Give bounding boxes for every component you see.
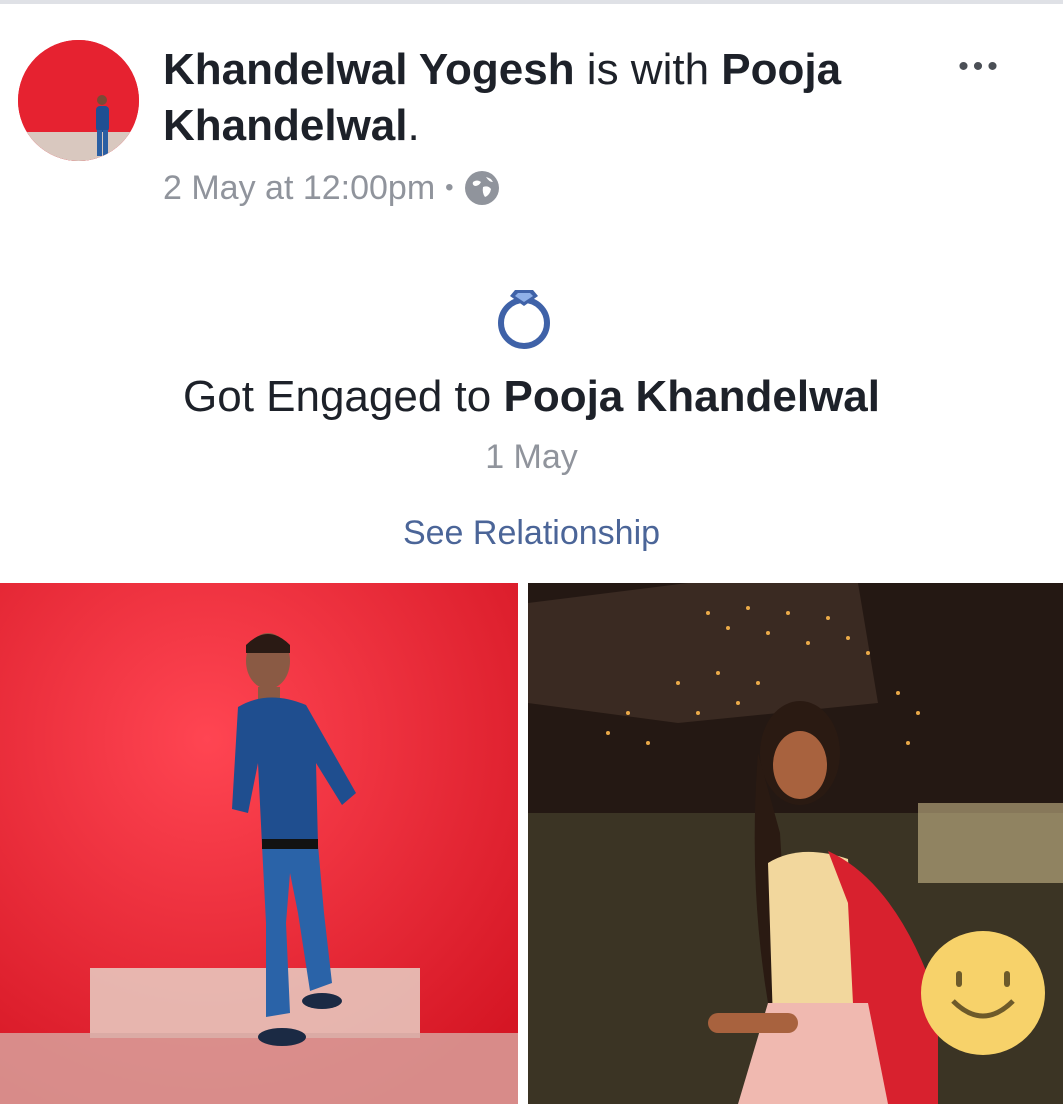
top-divider xyxy=(0,0,1063,4)
post-timestamp[interactable]: 2 May at 12:00pm xyxy=(163,169,435,208)
header-period: . xyxy=(407,101,420,150)
see-relationship-link: See Relationship xyxy=(0,514,1063,553)
with-text: is with xyxy=(574,45,722,94)
avatar[interactable] xyxy=(18,40,139,161)
engagement-ring-icon xyxy=(493,284,555,352)
more-options-button[interactable]: ••• xyxy=(948,50,1012,83)
post-meta: 2 May at 12:00pm • xyxy=(163,166,500,210)
photo-left[interactable] xyxy=(0,583,518,1104)
life-event-prefix: Got Engaged to xyxy=(183,372,504,421)
photo-right[interactable] xyxy=(528,583,1063,1104)
partner-name[interactable]: Pooja Khandelwal xyxy=(503,372,880,421)
life-event-title: Got Engaged to Pooja Khandelwal xyxy=(0,372,1063,422)
author-name[interactable]: Khandelwal Yogesh xyxy=(163,45,575,94)
post-header: Khandelwal Yogesh is with Pooja Khandelw… xyxy=(163,42,923,154)
globe-icon[interactable] xyxy=(464,170,500,206)
life-event-date: 1 May xyxy=(485,438,578,476)
meta-separator: • xyxy=(445,174,454,201)
see-relationship-label[interactable]: See Relationship xyxy=(403,514,660,552)
